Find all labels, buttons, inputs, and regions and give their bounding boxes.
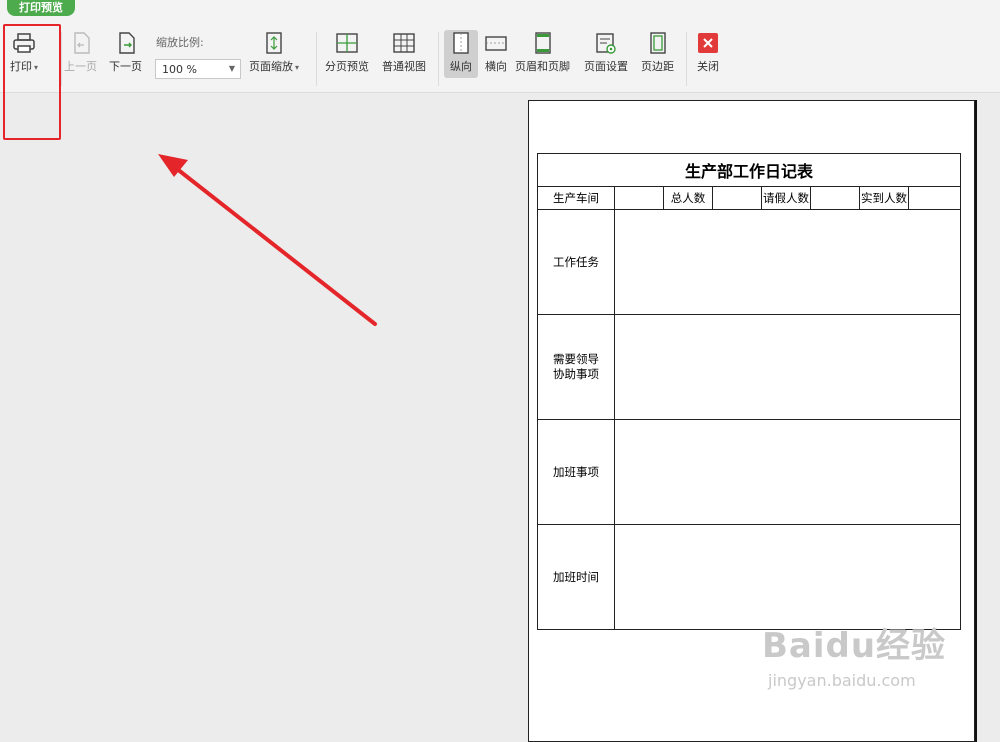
table-header-row: 生产车间 总人数 请假人数 实到人数 (537, 186, 961, 210)
table-cell (614, 524, 961, 630)
row-label: 加班时间 (537, 524, 615, 630)
table-cell (614, 419, 961, 525)
table-row: 加班时间 (537, 524, 961, 630)
baidu-watermark: Baidu经验 jingyan.baidu.com (762, 618, 946, 690)
table-title: 生产部工作日记表 (537, 153, 961, 187)
table-cell (712, 186, 762, 210)
table-cell (908, 186, 961, 210)
table-row: 工作任务 (537, 209, 961, 315)
table-cell (614, 186, 664, 210)
row-label: 工作任务 (537, 209, 615, 315)
worklog-table: 生产部工作日记表 生产车间 总人数 请假人数 实到人数 工作任务 需要领导 协助事… (537, 153, 961, 630)
row-label: 需要领导 协助事项 (537, 314, 615, 420)
leave-header: 请假人数 (761, 186, 811, 210)
watermark-main: Baidu经验 (762, 626, 947, 666)
table-row: 加班事项 (537, 419, 961, 525)
table-row: 需要领导 协助事项 (537, 314, 961, 420)
total-header: 总人数 (663, 186, 713, 210)
watermark-url: jingyan.baidu.com (768, 671, 916, 690)
table-cell (810, 186, 860, 210)
table-cell (614, 209, 961, 315)
workshop-header: 生产车间 (537, 186, 615, 210)
table-cell (614, 314, 961, 420)
present-header: 实到人数 (859, 186, 909, 210)
row-label: 加班事项 (537, 419, 615, 525)
